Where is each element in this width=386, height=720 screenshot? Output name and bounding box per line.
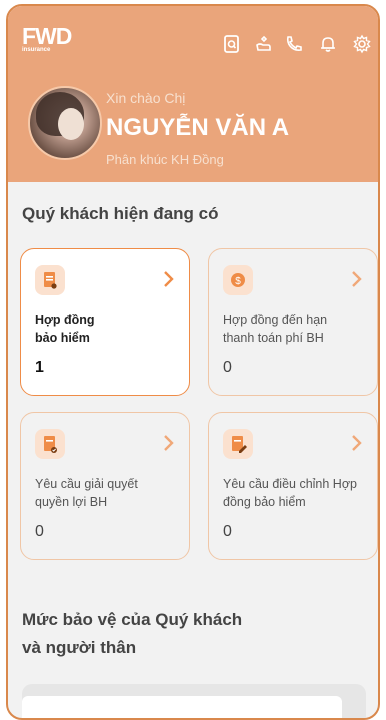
protection-title-line2: và người thân: [22, 638, 137, 657]
customer-name: NGUYỄN VĂN A: [106, 114, 290, 141]
profile-header: FWD insurance Xin chào Chị NGUYỄN VĂN A …: [8, 6, 378, 182]
card-label: Yêu cầu điều chỉnh Hợp đồng bảo hiểm: [223, 477, 357, 509]
document-search-icon[interactable]: [222, 34, 242, 54]
card-premium-due[interactable]: $ Hợp đồng đến hạn thanh toán phí BH 0: [208, 248, 378, 396]
card-label: Hợp đồng bảo hiểm: [35, 313, 95, 345]
dollar-icon: $: [223, 265, 253, 295]
app-frame: FWD insurance Xin chào Chị NGUYỄN VĂN A …: [6, 4, 380, 720]
contract-icon: [35, 265, 65, 295]
settings-icon[interactable]: [352, 34, 372, 54]
greeting-text: Xin chào Chị: [106, 90, 186, 106]
chevron-right-icon: [161, 269, 175, 289]
holdings-section-title: Quý khách hiện đang có: [22, 204, 219, 223]
bell-icon[interactable]: [318, 34, 338, 54]
fwd-logo: FWD insurance: [22, 23, 72, 54]
chevron-right-icon: [349, 433, 363, 453]
card-value: 0: [223, 523, 232, 540]
avatar-face: [58, 108, 84, 140]
card-value: 0: [223, 359, 232, 376]
logo-text: FWD: [22, 23, 72, 49]
customer-segment: Phân khúc KH Đồng: [106, 152, 224, 167]
protection-card[interactable]: [22, 696, 342, 718]
card-value: 1: [35, 359, 44, 376]
claim-icon: [35, 429, 65, 459]
protection-title-line1: Mức bảo vệ của Quý khách: [22, 610, 243, 629]
chevron-right-icon: [161, 433, 175, 453]
hand-heart-icon[interactable]: [254, 34, 274, 54]
chevron-right-icon: [349, 269, 363, 289]
svg-text:$: $: [235, 276, 241, 287]
phone-icon[interactable]: [284, 34, 304, 54]
card-contract-adjustments[interactable]: Yêu cầu điều chỉnh Hợp đồng bảo hiểm 0: [208, 412, 378, 560]
edit-contract-icon: [223, 429, 253, 459]
card-value: 0: [35, 523, 44, 540]
card-claim-requests[interactable]: Yêu cầu giải quyết quyền lợi BH 0: [20, 412, 190, 560]
card-insurance-contracts[interactable]: Hợp đồng bảo hiểm 1: [20, 248, 190, 396]
card-label: Yêu cầu giải quyết quyền lợi BH: [35, 477, 138, 509]
avatar[interactable]: [28, 86, 102, 160]
card-label: Hợp đồng đến hạn thanh toán phí BH: [223, 313, 328, 345]
